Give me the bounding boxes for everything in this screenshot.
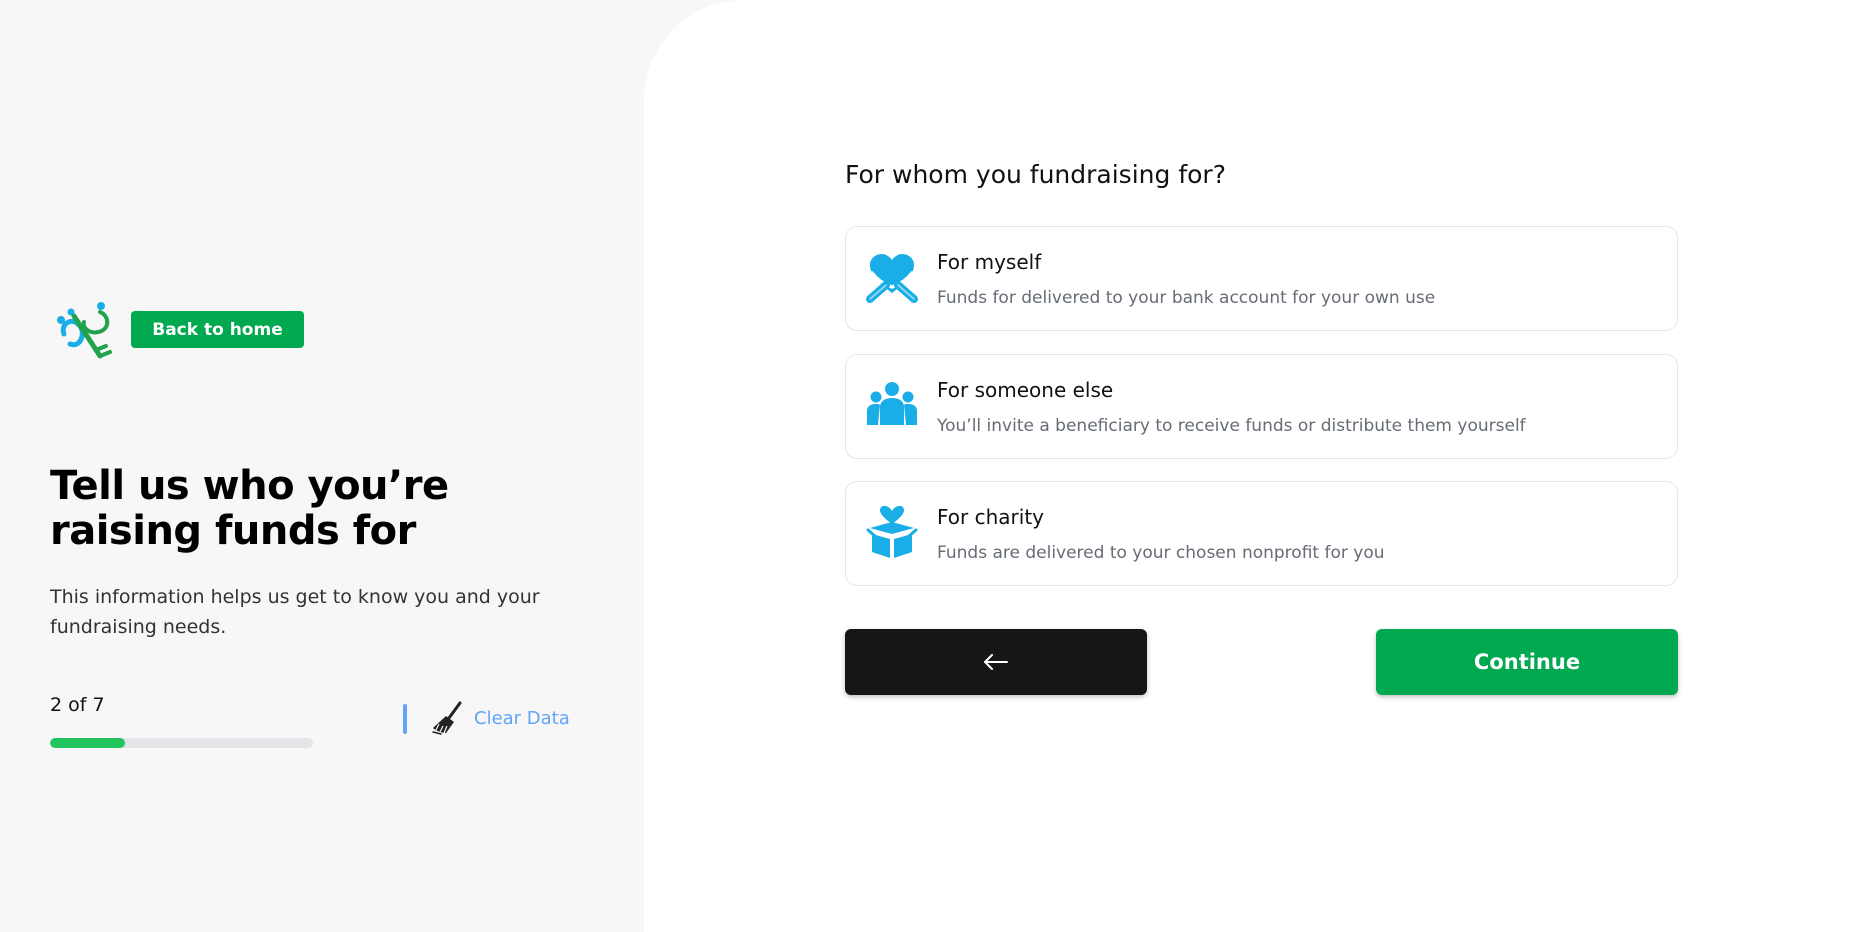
progress-bar <box>50 738 313 748</box>
back-button[interactable] <box>845 629 1147 695</box>
left-panel: Back to home Tell us who you’re raising … <box>0 0 644 932</box>
option-description: Funds for delivered to your bank account… <box>937 288 1436 308</box>
option-for-myself[interactable]: For myself Funds for delivered to your b… <box>845 226 1678 331</box>
logo-icon <box>57 302 112 359</box>
people-group-icon <box>867 382 917 425</box>
clear-divider <box>403 704 407 734</box>
arrow-left-icon <box>984 654 1008 670</box>
option-title: For myself <box>937 250 1042 274</box>
progress-fill <box>50 738 126 748</box>
broom-icon[interactable] <box>430 700 466 736</box>
back-to-home-button[interactable]: Back to home <box>131 311 304 348</box>
right-panel <box>644 0 1869 932</box>
option-description: Funds are delivered to your chosen nonpr… <box>937 543 1385 563</box>
option-description: You’ll invite a beneficiary to receive f… <box>937 416 1526 436</box>
charity-box-icon <box>866 506 918 558</box>
option-for-someone-else[interactable]: For someone else You’ll invite a benefic… <box>845 354 1678 459</box>
option-for-charity[interactable]: For charity Funds are delivered to your … <box>845 481 1678 586</box>
option-title: For charity <box>937 505 1044 529</box>
page-title: Tell us who you’re raising funds for <box>50 463 449 554</box>
page-subtitle: This information helps us get to know yo… <box>50 586 540 638</box>
step-counter: 2 of 7 <box>50 694 105 716</box>
heart-hug-icon <box>866 254 918 303</box>
clear-data-link[interactable]: Clear Data <box>474 708 570 729</box>
continue-button[interactable]: Continue <box>1376 629 1678 695</box>
question-heading: For whom you fundraising for? <box>845 160 1226 189</box>
option-title: For someone else <box>937 378 1114 402</box>
